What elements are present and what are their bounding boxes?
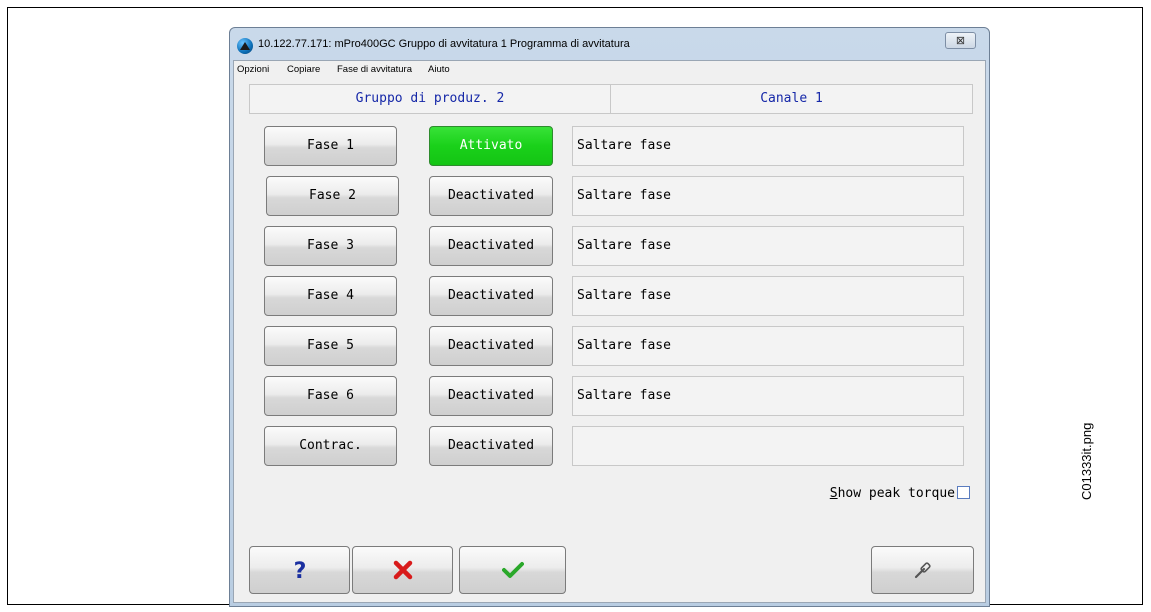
phase-button-4[interactable]: Fase 4 xyxy=(264,276,397,316)
tool-settings-button[interactable] xyxy=(871,546,974,594)
green-check-icon xyxy=(460,547,565,593)
phase-description-6: Saltare fase xyxy=(572,376,964,416)
question-mark-icon: ? xyxy=(250,547,349,593)
activation-toggle-3[interactable]: Deactivated xyxy=(429,226,553,266)
menu-bar: Opzioni Copiare Fase di avvitatura Aiuto xyxy=(234,61,985,78)
client-area: Opzioni Copiare Fase di avvitatura Aiuto… xyxy=(233,60,986,603)
ok-button[interactable] xyxy=(459,546,566,594)
phase-button-2[interactable]: Fase 2 xyxy=(266,176,399,216)
production-group-label: Gruppo di produz. 2 xyxy=(250,85,611,113)
activation-toggle-5[interactable]: Deactivated xyxy=(429,326,553,366)
phase-description-3: Saltare fase xyxy=(572,226,964,266)
show-peak-torque-rest: how peak torque xyxy=(837,486,955,501)
activation-toggle-6[interactable]: Deactivated xyxy=(429,376,553,416)
image-filename-caption: C01333it.png xyxy=(1079,422,1094,500)
activation-toggle-7[interactable]: Deactivated xyxy=(429,426,553,466)
menu-aiuto[interactable]: Aiuto xyxy=(428,64,450,75)
phase-button-5[interactable]: Fase 5 xyxy=(264,326,397,366)
activation-toggle-2[interactable]: Deactivated xyxy=(429,176,553,216)
phase-button-7[interactable]: Contrac. xyxy=(264,426,397,466)
menu-fase-di-avvitatura[interactable]: Fase di avvitatura xyxy=(337,64,412,75)
app-window: 10.122.77.171: mPro400GC Gruppo di avvit… xyxy=(229,27,990,607)
menu-opzioni[interactable]: Opzioni xyxy=(237,64,269,75)
phase-button-6[interactable]: Fase 6 xyxy=(264,376,397,416)
show-peak-torque-label: Show peak torque xyxy=(829,486,955,501)
channel-label: Canale 1 xyxy=(760,91,823,106)
show-peak-torque-checkbox[interactable] xyxy=(957,486,970,499)
phase-button-3[interactable]: Fase 3 xyxy=(264,226,397,266)
activation-toggle-4[interactable]: Deactivated xyxy=(429,276,553,316)
phase-description-5: Saltare fase xyxy=(572,326,964,366)
title-bar[interactable]: 10.122.77.171: mPro400GC Gruppo di avvit… xyxy=(230,28,989,60)
phase-button-1[interactable]: Fase 1 xyxy=(264,126,397,166)
window-title: 10.122.77.171: mPro400GC Gruppo di avvit… xyxy=(258,38,630,50)
close-window-button[interactable]: ⊠ xyxy=(945,32,976,49)
help-button[interactable]: ? xyxy=(249,546,350,594)
red-x-icon xyxy=(353,547,452,593)
menu-copiare[interactable]: Copiare xyxy=(287,64,320,75)
app-icon xyxy=(237,38,253,54)
phase-description-1: Saltare fase xyxy=(572,126,964,166)
phase-description-4: Saltare fase xyxy=(572,276,964,316)
header-info-bar: Gruppo di produz. 2 Canale 1 xyxy=(249,84,973,114)
screwdriver-icon xyxy=(872,547,973,593)
svg-text:?: ? xyxy=(293,559,306,583)
phase-description-2: Saltare fase xyxy=(572,176,964,216)
cancel-button[interactable] xyxy=(352,546,453,594)
phase-description-7 xyxy=(572,426,964,466)
activation-toggle-1[interactable]: Attivato xyxy=(429,126,553,166)
show-peak-torque-option[interactable]: Show peak torque xyxy=(830,486,970,501)
